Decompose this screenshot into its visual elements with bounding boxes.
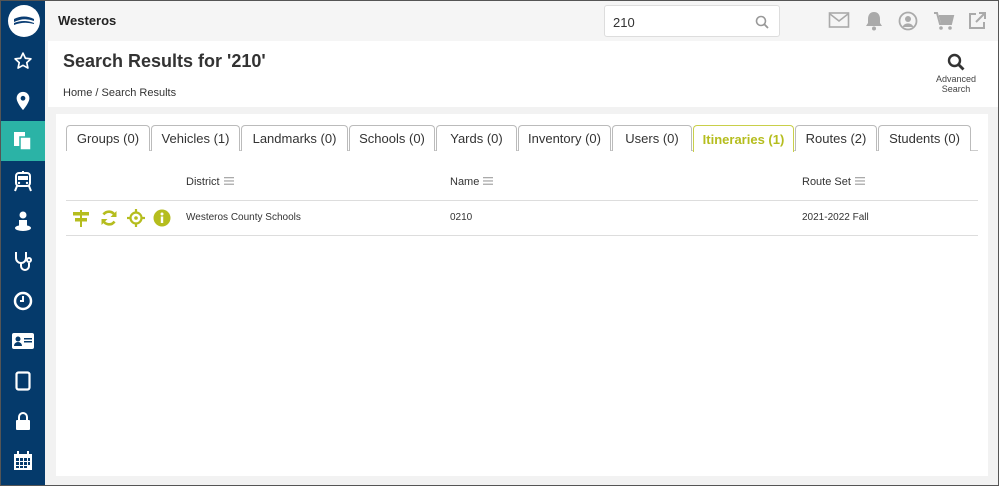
column-route-set[interactable]: Route Set — [802, 176, 865, 188]
column-label: Name — [450, 176, 480, 188]
cart-icon[interactable] — [933, 11, 955, 36]
results-table: District Name Route Set Westeros County … — [66, 166, 978, 236]
tab-groups[interactable]: Groups (0) — [66, 125, 150, 151]
cell-district: Westeros County Schools — [186, 212, 301, 223]
breadcrumb[interactable]: Home / Search Results — [63, 87, 176, 99]
user-icon[interactable] — [898, 11, 918, 36]
advanced-search-button[interactable]: Advanced Search — [930, 53, 982, 94]
cell-route-set: 2021-2022 Fall — [802, 212, 869, 223]
column-menu-icon[interactable] — [854, 176, 865, 188]
clock-icon[interactable] — [1, 281, 45, 321]
tab-landmarks[interactable]: Landmarks (0) — [241, 125, 348, 151]
star-icon[interactable] — [1, 41, 45, 81]
external-link-icon[interactable] — [967, 11, 987, 36]
table-header: District Name Route Set — [66, 166, 978, 201]
global-search[interactable] — [604, 5, 780, 37]
tab-routes[interactable]: Routes (2) — [795, 125, 877, 151]
tab-yards[interactable]: Yards (0) — [436, 125, 517, 151]
signpost-icon[interactable] — [72, 209, 90, 232]
table-row[interactable]: Westeros County Schools 0210 2021-2022 F… — [66, 201, 978, 236]
result-tabs: Groups (0) Vehicles (1) Landmarks (0) Sc… — [66, 125, 978, 152]
tab-inventory[interactable]: Inventory (0) — [518, 125, 611, 151]
mail-icon[interactable] — [828, 11, 850, 34]
advanced-search-label-2: Search — [941, 84, 971, 94]
column-label: District — [186, 176, 220, 188]
search-icon[interactable] — [755, 15, 769, 34]
page-header: Search Results for '210' Home / Search R… — [48, 41, 998, 107]
logo-icon[interactable] — [8, 5, 40, 37]
top-bar: Westeros — [45, 1, 998, 41]
cell-name: 0210 — [450, 212, 473, 223]
tablet-icon[interactable] — [1, 361, 45, 401]
documents-icon[interactable] — [1, 121, 45, 161]
tab-students[interactable]: Students (0) — [878, 125, 971, 151]
stethoscope-icon[interactable] — [1, 241, 45, 281]
bell-icon[interactable] — [865, 11, 883, 36]
calendar-icon[interactable] — [1, 441, 45, 481]
column-district[interactable]: District — [186, 176, 234, 188]
column-name[interactable]: Name — [450, 176, 494, 188]
results-panel: Groups (0) Vehicles (1) Landmarks (0) Sc… — [56, 114, 988, 476]
column-menu-icon[interactable] — [483, 176, 494, 188]
bus-icon[interactable] — [1, 161, 45, 201]
refresh-icon[interactable] — [100, 209, 118, 232]
student-icon[interactable] — [1, 201, 45, 241]
tab-schools[interactable]: Schools (0) — [349, 125, 435, 151]
column-menu-icon[interactable] — [223, 176, 234, 188]
tab-vehicles[interactable]: Vehicles (1) — [151, 125, 240, 151]
app-title: Westeros — [58, 13, 117, 28]
advanced-search-label: Advanced — [935, 74, 977, 84]
column-label: Route Set — [802, 176, 851, 188]
page-title: Search Results for '210' — [63, 51, 266, 71]
info-icon[interactable] — [153, 209, 171, 232]
map-pin-icon[interactable] — [1, 81, 45, 121]
search-input[interactable] — [613, 12, 753, 32]
tab-itineraries[interactable]: Itineraries (1) — [693, 125, 794, 152]
locate-icon[interactable] — [127, 209, 145, 232]
search-icon — [930, 53, 982, 71]
id-card-icon[interactable] — [1, 321, 45, 361]
tab-users[interactable]: Users (0) — [612, 125, 692, 151]
lock-icon[interactable] — [1, 401, 45, 441]
sidebar — [1, 1, 45, 485]
